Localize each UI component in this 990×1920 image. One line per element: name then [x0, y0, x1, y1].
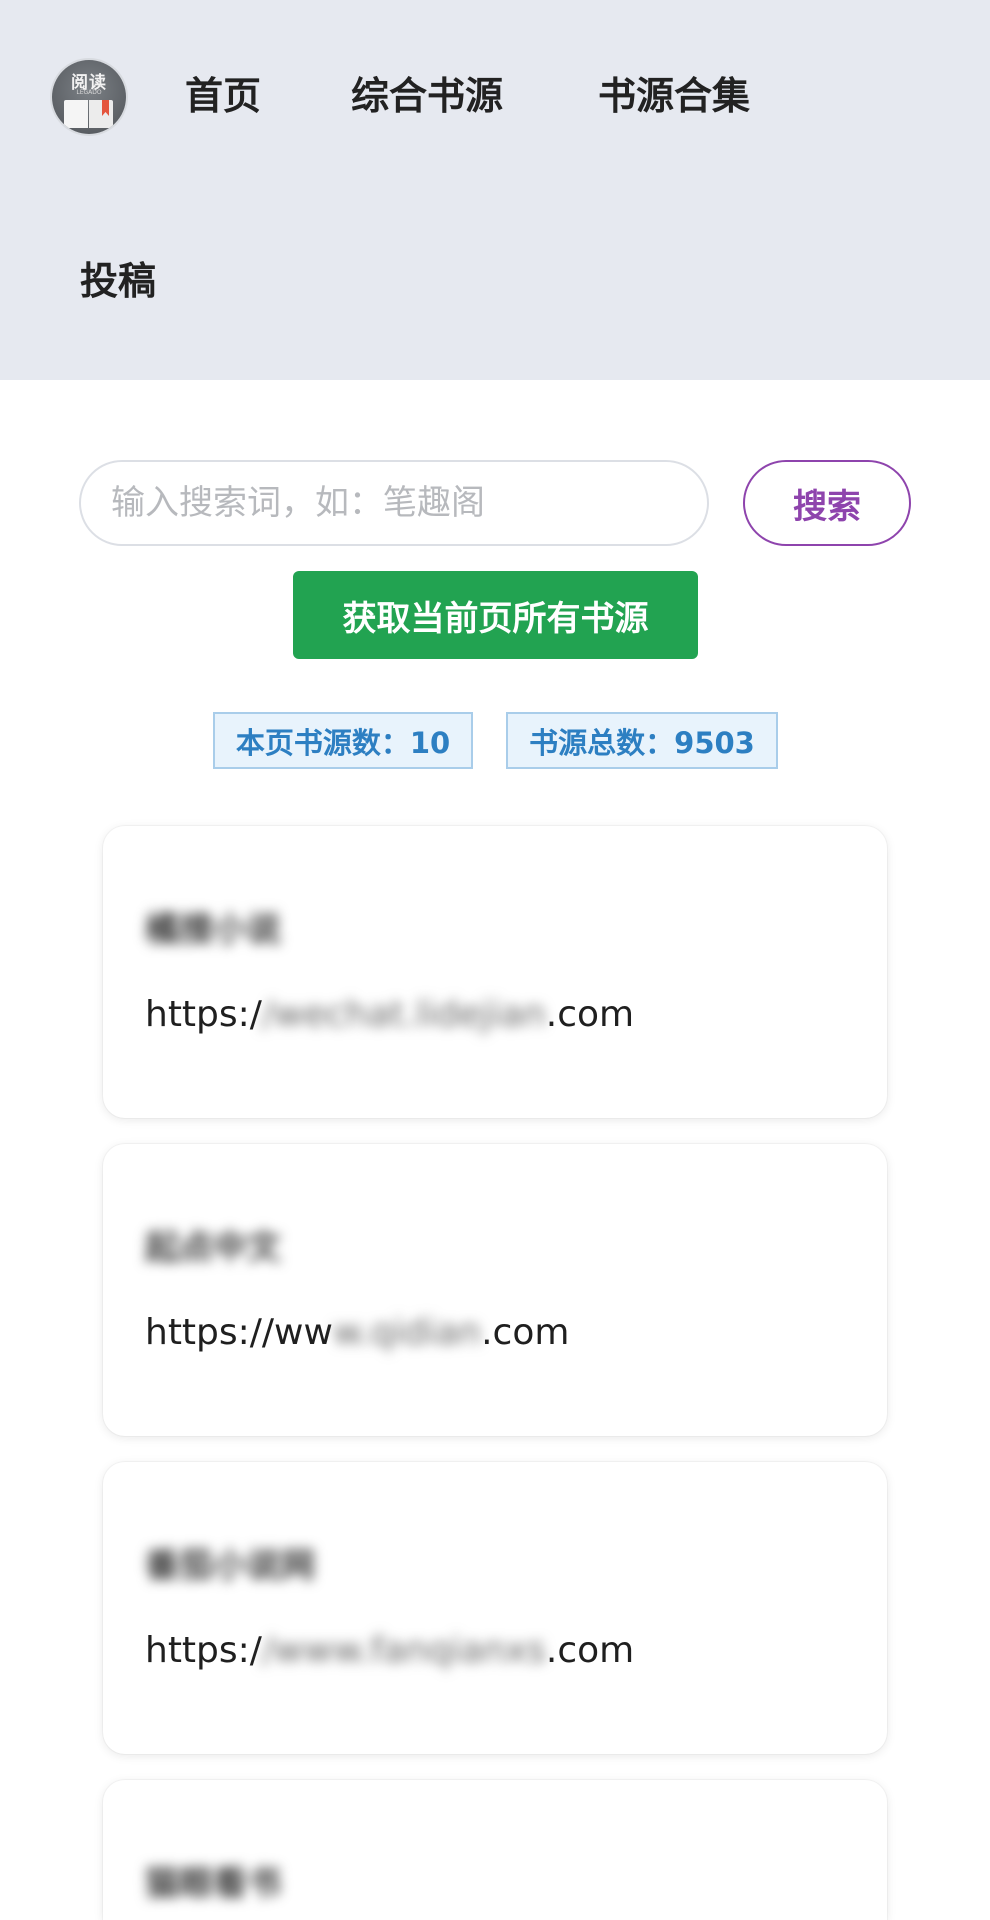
source-title: 猫眼看书: [145, 1864, 281, 1904]
source-url-prefix: https:/: [145, 994, 262, 1035]
nav-general-sources[interactable]: 综合书源: [351, 77, 503, 115]
page-source-count-badge: 本页书源数：10: [213, 712, 473, 769]
source-title: 橘搜小说: [145, 910, 281, 950]
source-url-prefix: https://ww: [145, 1312, 333, 1353]
top-header: 阅读 LEGADO 首页 综合书源 书源合集 投稿: [0, 0, 990, 380]
nav-source-collection[interactable]: 书源合集: [598, 77, 750, 115]
search-input[interactable]: [79, 460, 709, 546]
source-card[interactable]: 猫眼看书: [103, 1780, 887, 1920]
app-logo[interactable]: 阅读 LEGADO: [52, 60, 126, 134]
source-card[interactable]: 橘搜小说 https://wechat.lidejian.com: [103, 826, 887, 1118]
source-url-suffix: .com: [545, 994, 635, 1035]
source-url-suffix: .com: [481, 1312, 570, 1353]
source-title: 番茄小说网: [145, 1546, 315, 1586]
source-url[interactable]: https://www.fanqianxs.com: [145, 1630, 634, 1671]
book-page-right: [89, 100, 113, 128]
source-title: 起点中文: [145, 1228, 281, 1268]
fetch-all-sources-button[interactable]: 获取当前页所有书源: [293, 571, 698, 659]
source-url-prefix: https:/: [145, 1630, 262, 1671]
total-source-count-badge: 书源总数：9503: [506, 712, 778, 769]
source-card[interactable]: 起点中文 https://www.qidian.com: [103, 1144, 887, 1436]
source-url[interactable]: https://wechat.lidejian.com: [145, 994, 634, 1035]
source-url-redacted: w.qidian: [332, 1312, 482, 1353]
search-button[interactable]: 搜索: [743, 460, 911, 546]
logo-subtitle: LEGADO: [76, 89, 102, 96]
source-url[interactable]: https://www.qidian.com: [145, 1312, 569, 1353]
source-url-redacted: /www.fanqianxs: [261, 1630, 546, 1671]
nav-submit[interactable]: 投稿: [80, 262, 156, 300]
source-card[interactable]: 番茄小说网 https://www.fanqianxs.com: [103, 1462, 887, 1754]
book-page-left: [64, 100, 88, 128]
source-url-redacted: /wechat.lidejian: [261, 994, 546, 1035]
nav-home[interactable]: 首页: [185, 77, 261, 115]
source-url-suffix: .com: [545, 1630, 635, 1671]
